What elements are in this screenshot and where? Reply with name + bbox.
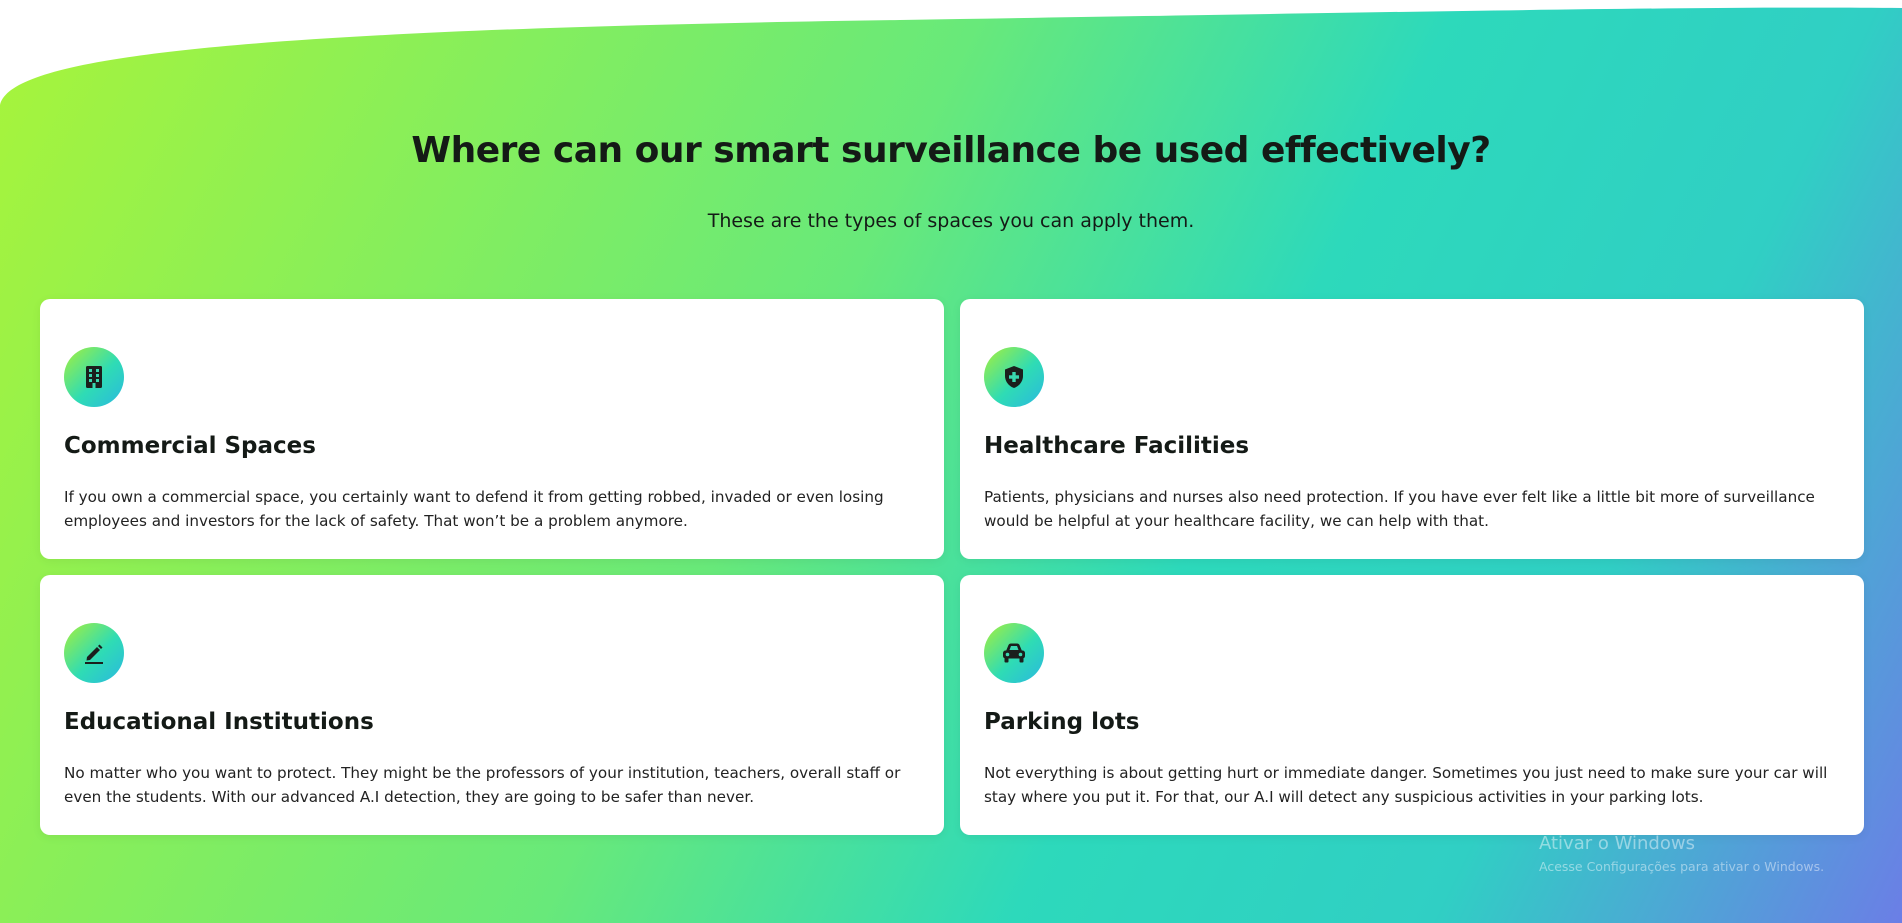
card-title: Healthcare Facilities (984, 433, 1250, 459)
pen-icon (85, 644, 103, 664)
icon-badge (984, 347, 1044, 407)
card-title: Educational Institutions (64, 709, 374, 735)
building-icon (86, 366, 102, 388)
section-subtitle: These are the types of spaces you can ap… (707, 210, 1195, 232)
card-description: If you own a commercial space, you certa… (64, 488, 884, 530)
card-description: Not everything is about getting hurt or … (984, 764, 1828, 806)
car-icon (1003, 643, 1025, 663)
card-title: Parking lots (984, 709, 1140, 735)
card-educational-institutions: Educational Institutions No matter who y… (40, 575, 944, 835)
windows-activation-title: Ativar o Windows (1539, 833, 1695, 854)
icon-badge (64, 623, 124, 683)
card-description: No matter who you want to protect. They … (64, 764, 901, 806)
icon-badge (64, 347, 124, 407)
windows-activation-subtitle: Acesse Configurações para ativar o Windo… (1539, 859, 1825, 874)
icon-badge (984, 623, 1044, 683)
card-description: Patients, physicians and nurses also nee… (984, 488, 1815, 530)
card-healthcare-facilities: Healthcare Facilities Patients, physicia… (960, 299, 1864, 559)
card-commercial-spaces: Commercial Spaces If you own a commercia… (40, 299, 944, 559)
section-title: Where can our smart surveillance be used… (411, 130, 1491, 171)
shield-plus-icon (1005, 366, 1023, 388)
card-title: Commercial Spaces (64, 433, 316, 459)
use-cases-section: Where can our smart surveillance be used… (0, 0, 1902, 923)
card-parking-lots: Parking lots Not everything is about get… (960, 575, 1864, 835)
